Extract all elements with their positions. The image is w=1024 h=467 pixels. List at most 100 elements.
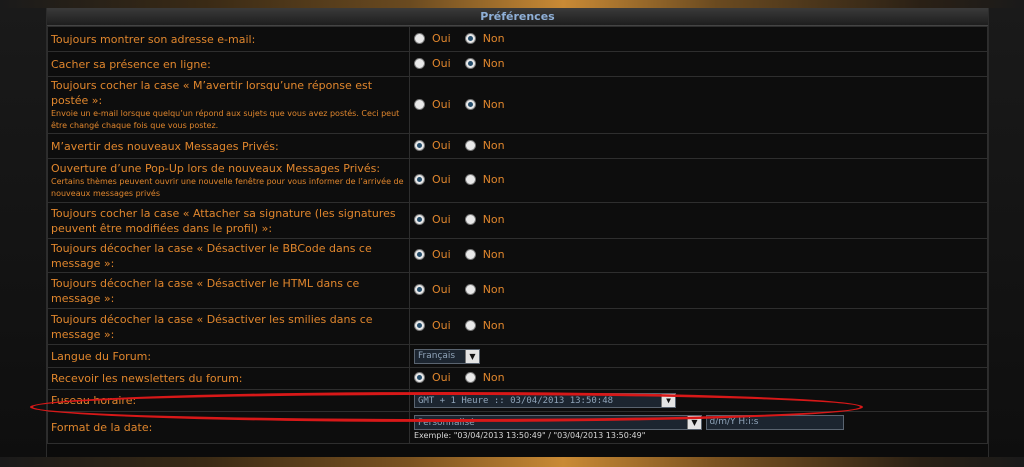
radio-button[interactable] <box>414 214 425 225</box>
radio-label: Non <box>482 371 505 384</box>
preference-row: Toujours décocher la case « Désactiver l… <box>47 308 988 345</box>
radio-group: Oui Non <box>414 138 519 154</box>
dateformat-label: Format de la date: <box>47 411 410 444</box>
radio-option-yes[interactable]: Oui <box>414 248 451 261</box>
radio-button[interactable] <box>464 174 476 185</box>
radio-button[interactable] <box>464 320 476 331</box>
timezone-select[interactable]: GMT + 1 Heure :: 03/04/2013 13:50:48 ▼ <box>414 393 676 409</box>
radio-label: Oui <box>432 31 451 45</box>
bottom-decor-bar <box>0 457 1024 467</box>
radio-label: Oui <box>432 371 451 384</box>
radio-option-yes[interactable]: Oui <box>414 98 451 111</box>
radio-label: Non <box>482 248 505 261</box>
radio-button[interactable] <box>464 98 476 110</box>
dateformat-select-value: Personnalisé <box>418 417 475 428</box>
preference-row: Ouverture d’une Pop-Up lors de nouveaux … <box>47 158 988 203</box>
radio-option-no[interactable]: Non <box>464 56 505 70</box>
radio-label: Non <box>482 173 505 186</box>
radio-button[interactable] <box>464 32 476 44</box>
newsletter-label: Recevoir les newsletters du forum: <box>47 367 410 390</box>
radio-button[interactable] <box>464 284 476 295</box>
radio-button[interactable] <box>414 57 425 69</box>
radio-button[interactable] <box>414 174 425 185</box>
radio-option-no[interactable]: Non <box>464 213 505 226</box>
radio-label: Oui <box>432 138 451 152</box>
radio-option-no[interactable]: Non <box>464 283 505 296</box>
chevron-down-icon: ▼ <box>465 349 479 363</box>
radio-button[interactable] <box>414 320 425 331</box>
language-label: Langue du Forum: <box>47 344 410 368</box>
radio-option-yes[interactable]: Oui <box>414 57 451 70</box>
timezone-select-value: GMT + 1 Heure :: 03/04/2013 13:50:48 <box>418 395 614 406</box>
dateformat-example: Exemple: "03/04/2013 13:50:49" / "03/04/… <box>414 430 646 440</box>
radio-label: Non <box>482 283 505 296</box>
radio-option-no[interactable]: Non <box>464 31 505 45</box>
newsletter-row: Recevoir les newsletters du forum: Oui No… <box>47 367 988 390</box>
radio-button[interactable] <box>414 284 425 295</box>
preference-label: Toujours décocher la case « Désactiver l… <box>51 241 372 270</box>
radio-option-no[interactable]: Non <box>464 138 505 152</box>
radio-group: Oui Non <box>414 213 519 228</box>
radio-option-yes[interactable]: Oui <box>414 139 451 152</box>
preference-row: Toujours cocher la case « Attacher sa si… <box>47 202 988 239</box>
preference-row: M’avertir des nouveaux Messages Privés: O… <box>47 133 988 159</box>
preference-label: Toujours cocher la case « Attacher sa si… <box>51 206 396 235</box>
radio-button[interactable] <box>414 372 425 383</box>
preference-row: Toujours décocher la case « Désactiver l… <box>47 272 988 309</box>
radio-option-no[interactable]: Non <box>464 173 505 186</box>
radio-option-yes[interactable]: Oui <box>414 283 451 296</box>
preference-row: Toujours décocher la case « Désactiver l… <box>47 238 988 273</box>
preference-row: Cacher sa présence en ligne: Oui Non <box>47 51 988 77</box>
radio-option-yes[interactable]: Oui <box>414 173 451 186</box>
preference-label: Ouverture d’une Pop-Up lors de nouveaux … <box>51 162 381 175</box>
radio-button[interactable] <box>464 57 476 69</box>
chevron-down-icon: ▼ <box>661 394 675 408</box>
radio-label: Non <box>482 138 505 152</box>
radio-button[interactable] <box>464 139 476 151</box>
radio-label: Non <box>482 31 505 45</box>
radio-option-no[interactable]: Non <box>464 248 505 261</box>
radio-button[interactable] <box>464 372 476 383</box>
language-select-value: Français <box>418 351 456 362</box>
radio-option-yes[interactable]: Oui <box>414 213 451 226</box>
radio-group: Oui Non <box>414 98 519 113</box>
preferences-table: Toujours montrer son adresse e-mail: Oui N… <box>47 26 988 444</box>
preference-description: Certains thèmes peuvent ouvrir une nouve… <box>51 177 404 198</box>
radio-button[interactable] <box>414 139 425 151</box>
preference-label: Toujours décocher la case « Désactiver l… <box>51 312 373 341</box>
radio-group: Oui Non <box>414 248 519 263</box>
radio-button[interactable] <box>414 249 425 260</box>
radio-button[interactable] <box>464 214 476 225</box>
radio-option-no[interactable]: Non <box>464 98 505 111</box>
preference-row: Toujours cocher la case « M’avertir lors… <box>47 76 988 134</box>
radio-option-no[interactable]: Non <box>464 319 505 332</box>
timezone-label: Fuseau horaire: <box>47 389 410 412</box>
language-select[interactable]: Français ▼ <box>414 348 480 364</box>
preference-label: Toujours montrer son adresse e-mail: <box>51 32 256 46</box>
radio-group: Oui Non <box>414 31 519 47</box>
radio-label: Oui <box>432 97 451 111</box>
radio-label: Non <box>482 213 505 226</box>
radio-option-yes[interactable]: Oui <box>414 371 451 384</box>
radio-group: Oui Non <box>414 56 519 72</box>
radio-button[interactable] <box>464 249 476 260</box>
preferences-panel: Préférences Toujours montrer son adresse… <box>46 8 989 457</box>
dateformat-custom-input[interactable]: d/m/Y H:i:s <box>705 414 844 430</box>
radio-label: Non <box>482 56 505 70</box>
radio-group: Oui Non <box>414 371 519 386</box>
preference-row: Toujours montrer son adresse e-mail: Oui N… <box>47 26 988 52</box>
radio-group: Oui Non <box>414 173 519 188</box>
radio-option-yes[interactable]: Oui <box>414 32 451 45</box>
radio-button[interactable] <box>414 98 425 110</box>
dateformat-row: Format de la date: Personnalisé ▼ d/m/Y … <box>47 411 988 444</box>
radio-option-no[interactable]: Non <box>464 371 505 384</box>
radio-option-yes[interactable]: Oui <box>414 319 451 332</box>
preference-label: M’avertir des nouveaux Messages Privés: <box>51 139 279 153</box>
radio-label: Oui <box>432 248 451 261</box>
dateformat-select[interactable]: Personnalisé ▼ <box>414 415 702 430</box>
timezone-row: Fuseau horaire: GMT + 1 Heure :: 03/04/2… <box>47 389 988 412</box>
preference-label: Toujours cocher la case « M’avertir lors… <box>51 79 373 107</box>
radio-button[interactable] <box>414 32 425 44</box>
radio-label: Oui <box>432 213 451 226</box>
radio-label: Non <box>482 319 505 332</box>
